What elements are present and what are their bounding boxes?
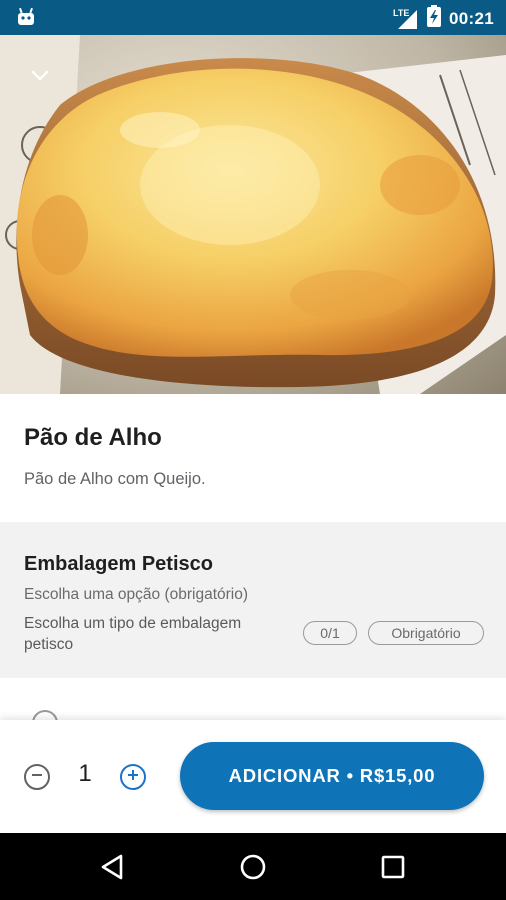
product-info: Pão de Alho Pão de Alho com Queijo. [0, 394, 506, 522]
nav-home-icon[interactable] [238, 852, 268, 882]
add-button-label: ADICIONAR • R$15,00 [228, 765, 436, 786]
cell-signal-icon: LTE [393, 8, 419, 30]
garlic-bread-cheese-photo [0, 35, 506, 394]
action-bar: 1 ADICIONAR • R$15,00 [0, 720, 506, 833]
add-to-cart-button[interactable]: ADICIONAR • R$15,00 [180, 742, 484, 810]
selection-count-badge: 0/1 [303, 621, 357, 645]
android-icon [16, 7, 36, 32]
status-time: 00:21 [449, 8, 494, 28]
product-title: Pão de Alho [24, 424, 162, 451]
quantity-value: 1 [78, 760, 92, 787]
radio-button[interactable] [32, 710, 58, 720]
chevron-down-icon[interactable] [28, 63, 52, 87]
option-group-header: Embalagem Petisco Escolha uma opção (obr… [0, 522, 506, 678]
required-badge: Obrigatório [368, 621, 484, 645]
product-image [0, 35, 506, 394]
minus-circle-icon[interactable] [24, 764, 50, 790]
navigation-bar [0, 833, 506, 900]
status-bar: LTE 00:21 [0, 0, 506, 35]
battery-charging-icon [427, 5, 442, 32]
plus-circle-icon[interactable] [120, 764, 146, 790]
selection-count-text: 0/1 [320, 625, 340, 641]
required-badge-text: Obrigatório [391, 625, 461, 641]
nav-recents-icon[interactable] [378, 852, 408, 882]
option-group-title: Embalagem Petisco [24, 553, 213, 575]
option-group-hint: Escolha um tipo de embalagem petisco [24, 615, 242, 653]
option-group-subtitle: Escolha uma opção (obrigatório) [24, 586, 249, 603]
nav-back-icon[interactable] [98, 852, 128, 882]
product-description: Pão de Alho com Queijo. [24, 470, 206, 488]
option-row[interactable] [0, 678, 506, 720]
